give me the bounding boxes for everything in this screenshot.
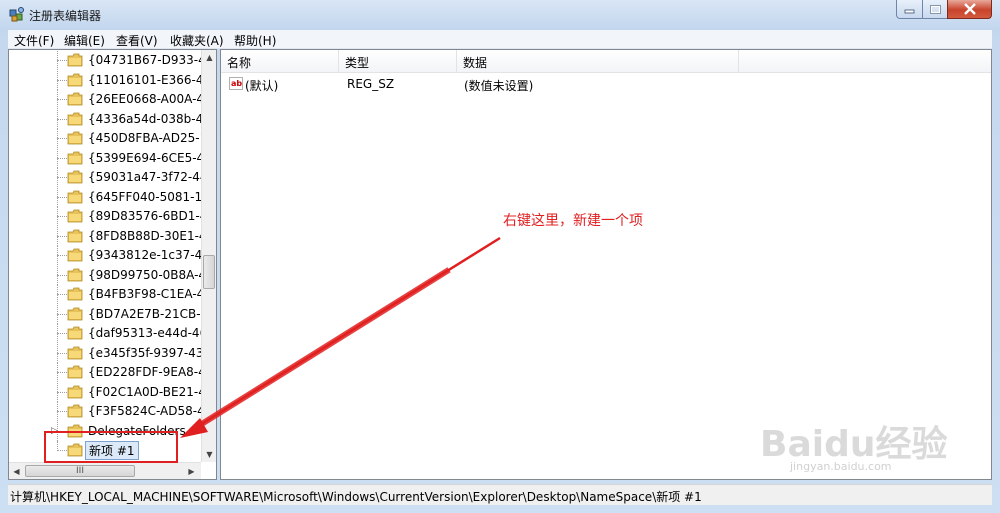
registry-editor-window: 注册表编辑器 文件(F) 编辑(E) 查看(V) 收藏夹(A) 帮助(H) {0… (0, 0, 1000, 513)
baidu-watermark: Baidu经验 jingyan.baidu.com (760, 415, 990, 473)
highlight-box (44, 431, 178, 463)
watermark-url: jingyan.baidu.com (790, 460, 892, 473)
